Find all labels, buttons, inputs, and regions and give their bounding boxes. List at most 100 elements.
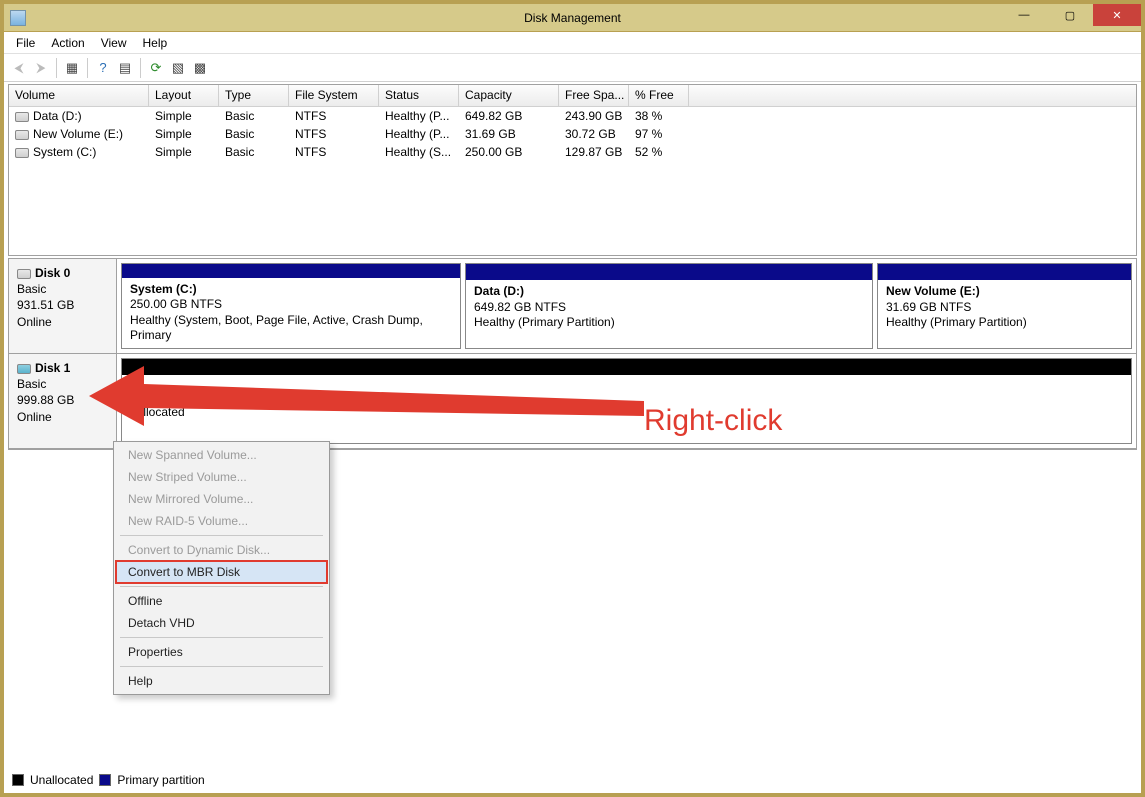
partition-title: Data (D:) [474,284,864,300]
vol-free: 129.87 GB [559,144,629,160]
vol-layout: Simple [149,126,219,142]
vol-type: Basic [219,144,289,160]
partition-size: 31.69 GB NTFS [886,300,1123,316]
volume-list: Volume Layout Type File System Status Ca… [8,84,1137,256]
disk1-info[interactable]: Disk 1 Basic 999.88 GB Online [9,354,117,448]
disk1-label: Disk 1 [35,361,70,375]
ctx-striped: New Striped Volume... [116,466,327,488]
volume-row[interactable]: System (C:) Simple Basic NTFS Healthy (S… [9,143,1136,161]
window-controls: — ▢ ✕ [1001,4,1141,26]
volume-row[interactable]: New Volume (E:) Simple Basic NTFS Health… [9,125,1136,143]
col-layout[interactable]: Layout [149,85,219,106]
col-pct[interactable]: % Free [629,85,689,106]
menu-file[interactable]: File [8,34,43,52]
vol-fs: NTFS [289,144,379,160]
ctx-offline[interactable]: Offline [116,590,327,612]
col-capacity[interactable]: Capacity [459,85,559,106]
disk0-info[interactable]: Disk 0 Basic 931.51 GB Online [9,259,117,353]
back-icon: ⮜ [8,57,30,79]
partition-status: Healthy (System, Boot, Page File, Active… [130,313,452,344]
toolbar-separator [56,58,57,78]
toolbar-separator [140,58,141,78]
partition-status: nallocated [130,405,1123,421]
menu-view[interactable]: View [93,34,135,52]
help-icon[interactable]: ? [92,57,114,79]
vol-free: 30.72 GB [559,126,629,142]
legend-label-primary: Primary partition [117,773,204,787]
ctx-dynamic: Convert to Dynamic Disk... [116,539,327,561]
disk-row-1: Disk 1 Basic 999.88 GB Online nallocated [9,354,1136,449]
menu-action[interactable]: Action [43,34,92,52]
list-icon[interactable]: ▤ [114,57,136,79]
vol-layout: Simple [149,108,219,124]
disk-icon [17,269,31,279]
ctx-help[interactable]: Help [116,670,327,692]
drive-icon [15,148,29,158]
disk0-type: Basic [17,282,46,296]
volume-row[interactable]: Data (D:) Simple Basic NTFS Healthy (P..… [9,107,1136,125]
vol-fs: NTFS [289,126,379,142]
ctx-separator [120,666,323,667]
ctx-separator [120,637,323,638]
partition-color-bar [878,264,1131,280]
rescan-icon[interactable]: ⟳ [145,57,167,79]
maximize-button[interactable]: ▢ [1047,4,1093,26]
drive-icon [15,112,29,122]
col-type[interactable]: Type [219,85,289,106]
disk0-state: Online [17,315,52,329]
legend-swatch-primary [99,774,111,786]
vol-type: Basic [219,126,289,142]
partition-size: 250.00 GB NTFS [130,297,452,313]
disk1-state: Online [17,410,52,424]
refresh-icon[interactable]: ▦ [61,57,83,79]
partition-data[interactable]: Data (D:) 649.82 GB NTFS Healthy (Primar… [465,263,873,349]
vol-status: Healthy (P... [379,126,459,142]
vol-fs: NTFS [289,108,379,124]
toolbar: ⮜ ⮞ ▦ ? ▤ ⟳ ▧ ▩ [4,54,1141,82]
context-menu: New Spanned Volume... New Striped Volume… [113,441,330,695]
col-free[interactable]: Free Spa... [559,85,629,106]
volume-list-header: Volume Layout Type File System Status Ca… [9,85,1136,107]
props-icon[interactable]: ▧ [167,57,189,79]
vol-cap: 31.69 GB [459,126,559,142]
vol-layout: Simple [149,144,219,160]
drive-icon [15,130,29,140]
partition-system[interactable]: System (C:) 250.00 GB NTFS Healthy (Syst… [121,263,461,349]
disk1-partitions: nallocated [117,354,1136,448]
partition-color-bar [466,264,872,280]
disk0-partitions: System (C:) 250.00 GB NTFS Healthy (Syst… [117,259,1136,353]
vol-cap: 649.82 GB [459,108,559,124]
ctx-raid5: New RAID-5 Volume... [116,510,327,532]
partition-unallocated[interactable]: nallocated [121,358,1132,444]
disk1-type: Basic [17,377,46,391]
vol-name: Data (D:) [9,108,149,124]
col-spacer [689,85,1136,106]
ctx-convert-mbr[interactable]: Convert to MBR Disk [116,561,327,583]
partition-title: System (C:) [130,282,452,298]
disk0-label: Disk 0 [35,266,70,280]
minimize-button[interactable]: — [1001,4,1047,26]
ctx-spanned: New Spanned Volume... [116,444,327,466]
vol-status: Healthy (P... [379,108,459,124]
ctx-properties[interactable]: Properties [116,641,327,663]
settings-icon[interactable]: ▩ [189,57,211,79]
window: Disk Management — ▢ ✕ File Action View H… [0,0,1145,797]
vol-pct: 97 % [629,126,689,142]
vol-pct: 38 % [629,108,689,124]
menu-help[interactable]: Help [135,34,176,52]
partition-status: Healthy (Primary Partition) [474,315,864,331]
partition-newvol[interactable]: New Volume (E:) 31.69 GB NTFS Healthy (P… [877,263,1132,349]
close-button[interactable]: ✕ [1093,4,1141,26]
disk1-size: 999.88 GB [17,393,74,407]
col-volume[interactable]: Volume [9,85,149,106]
vol-status: Healthy (S... [379,144,459,160]
titlebar[interactable]: Disk Management — ▢ ✕ [4,4,1141,32]
col-fs[interactable]: File System [289,85,379,106]
disk-row-0: Disk 0 Basic 931.51 GB Online System (C:… [9,259,1136,354]
menubar: File Action View Help [4,32,1141,54]
ctx-separator [120,586,323,587]
ctx-detach[interactable]: Detach VHD [116,612,327,634]
disk-layout-area: Disk 0 Basic 931.51 GB Online System (C:… [8,258,1137,450]
col-status[interactable]: Status [379,85,459,106]
app-icon [10,10,26,26]
